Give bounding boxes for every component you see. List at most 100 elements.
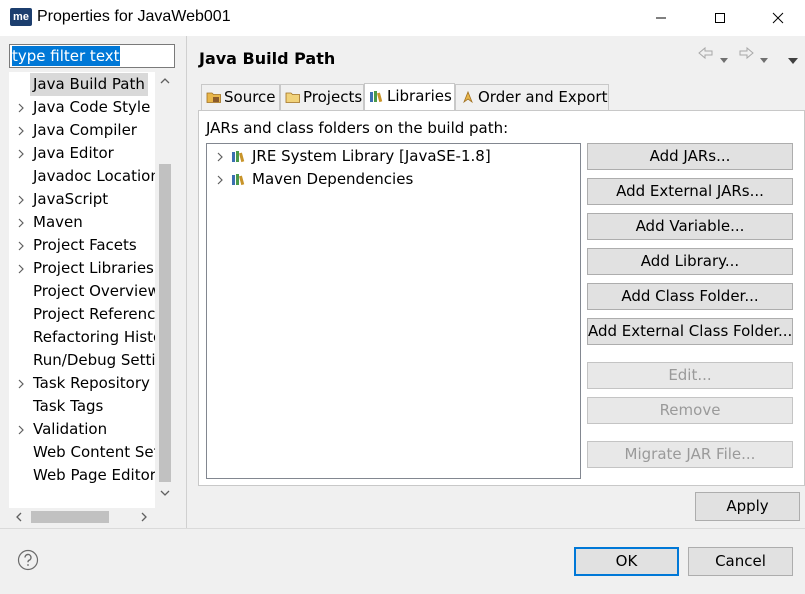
scroll-up-icon[interactable] (159, 76, 171, 86)
nav-item-java-editor[interactable]: Java Editor (9, 142, 155, 165)
view-menu-icon[interactable] (788, 50, 798, 68)
library-row-maven[interactable]: Maven Dependencies (207, 168, 580, 190)
maximize-icon (715, 13, 725, 23)
forward-menu-chevron-icon[interactable] (760, 50, 768, 68)
library-label: JRE System Library [JavaSE-1.8] (252, 147, 491, 165)
forward-arrow-icon[interactable] (738, 46, 754, 64)
edit-button[interactable]: Edit... (587, 362, 793, 389)
vertical-scrollbar-thumb[interactable] (159, 164, 171, 482)
nav-item-project-references[interactable]: Project References (9, 303, 155, 326)
nav-item-label: Java Code Style (33, 98, 151, 116)
page-title: Java Build Path (199, 49, 336, 68)
vertical-scrollbar[interactable] (155, 72, 175, 508)
add-jars-button[interactable]: Add JARs... (587, 143, 793, 170)
expand-chevron-icon[interactable] (17, 425, 25, 435)
nav-item-label: Refactoring History (33, 328, 155, 346)
tab-projects-label: Projects (303, 88, 363, 106)
scroll-down-icon[interactable] (159, 488, 171, 498)
tab-order-and-export-label: Order and Export (478, 88, 608, 106)
nav-item-project-libraries[interactable]: Project Libraries (9, 257, 155, 280)
scroll-left-icon[interactable] (14, 511, 24, 523)
expand-chevron-icon[interactable] (17, 103, 25, 113)
tab-source-label: Source (224, 88, 276, 106)
add-class-folder-button[interactable]: Add Class Folder... (587, 283, 793, 310)
help-button[interactable] (17, 549, 39, 571)
filter-input-text: type filter text (12, 46, 120, 66)
maximize-button[interactable] (697, 4, 743, 32)
horizontal-scrollbar[interactable] (9, 508, 175, 526)
add-library-button[interactable]: Add Library... (587, 248, 793, 275)
library-row-jre[interactable]: JRE System Library [JavaSE-1.8] (207, 145, 580, 167)
ok-button[interactable]: OK (574, 547, 679, 576)
tab-projects[interactable]: Projects (280, 84, 364, 110)
expand-chevron-icon[interactable] (17, 218, 25, 228)
nav-item-run-debug-settings[interactable]: Run/Debug Settings (9, 349, 155, 372)
remove-button[interactable]: Remove (587, 397, 793, 424)
nav-item-task-tags[interactable]: Task Tags (9, 395, 155, 418)
nav-item-java-code-style[interactable]: Java Code Style (9, 96, 155, 119)
nav-item-label: Project References (33, 305, 155, 323)
nav-item-label: Task Repository (33, 374, 150, 392)
nav-item-label: Javadoc Location (33, 167, 155, 185)
property-page-tree: Java Build Path Java Code Style Java Compi… (9, 72, 175, 526)
close-icon (772, 12, 784, 24)
eclipse-app-icon: me (10, 8, 32, 26)
build-path-libraries-tree[interactable]: JRE System Library [JavaSE-1.8] Maven De… (206, 143, 581, 479)
nav-item-javadoc-location[interactable]: Javadoc Location (9, 165, 155, 188)
nav-item-validation[interactable]: Validation (9, 418, 155, 441)
minimize-icon (656, 17, 666, 19)
source-folder-icon (206, 92, 221, 103)
expand-chevron-icon[interactable] (216, 175, 224, 185)
expand-chevron-icon[interactable] (17, 241, 25, 251)
horizontal-scrollbar-thumb[interactable] (31, 511, 109, 523)
nav-item-label: Web Page Editor (33, 466, 155, 484)
nav-item-project-overview[interactable]: Project Overview (9, 280, 155, 303)
nav-item-web-page-editor[interactable]: Web Page Editor (9, 464, 155, 487)
scroll-right-icon[interactable] (139, 511, 149, 523)
apply-button[interactable]: Apply (695, 492, 800, 521)
nav-item-java-build-path[interactable]: Java Build Path (9, 73, 155, 96)
nav-item-task-repository[interactable]: Task Repository (9, 372, 155, 395)
cancel-button[interactable]: Cancel (688, 547, 793, 576)
expand-chevron-icon[interactable] (17, 379, 25, 389)
tab-order-and-export[interactable]: Order and Export (455, 84, 609, 110)
nav-item-label: Project Facets (33, 236, 137, 254)
expand-chevron-icon[interactable] (17, 195, 25, 205)
history-navigation (694, 46, 804, 66)
panel-splitter[interactable] (186, 36, 187, 528)
expand-chevron-icon[interactable] (17, 126, 25, 136)
window-title: Properties for JavaWeb001 (37, 8, 231, 25)
migrate-jar-file-button[interactable]: Migrate JAR File... (587, 441, 793, 468)
back-arrow-icon[interactable] (698, 46, 714, 64)
nav-item-javascript[interactable]: JavaScript (9, 188, 155, 211)
nav-item-java-compiler[interactable]: Java Compiler (9, 119, 155, 142)
library-icon (232, 151, 245, 163)
expand-chevron-icon[interactable] (216, 152, 224, 162)
nav-item-label: Web Content Settings (33, 443, 155, 461)
add-external-class-folder-button[interactable]: Add External Class Folder... (587, 318, 793, 345)
nav-item-refactoring-history[interactable]: Refactoring History (9, 326, 155, 349)
tab-libraries[interactable]: Libraries (364, 83, 455, 110)
title-bar: me Properties for JavaWeb001 (0, 0, 805, 36)
add-variable-button[interactable]: Add Variable... (587, 213, 793, 240)
nav-item-maven[interactable]: Maven (9, 211, 155, 234)
build-path-tabs: Source Projects Libraries Order and Expo… (198, 83, 805, 110)
expand-chevron-icon[interactable] (17, 149, 25, 159)
nav-item-label: Validation (33, 420, 108, 438)
projects-folder-icon (285, 92, 300, 103)
expand-chevron-icon[interactable] (17, 264, 25, 274)
nav-item-label: Project Libraries (33, 259, 154, 277)
nav-item-web-content-settings[interactable]: Web Content Settings (9, 441, 155, 464)
minimize-button[interactable] (638, 4, 684, 32)
nav-item-label: Java Editor (33, 144, 114, 162)
tab-source[interactable]: Source (201, 84, 280, 110)
nav-item-project-facets[interactable]: Project Facets (9, 234, 155, 257)
add-external-jars-button[interactable]: Add External JARs... (587, 178, 793, 205)
nav-item-label: JavaScript (33, 190, 109, 208)
back-menu-chevron-icon[interactable] (720, 50, 728, 68)
close-button[interactable] (755, 4, 801, 32)
nav-item-label: Project Overview (33, 282, 155, 300)
nav-item-label: Java Build Path (30, 73, 148, 96)
build-path-list-label: JARs and class folders on the build path… (206, 119, 509, 137)
filter-input[interactable]: type filter text (9, 44, 175, 68)
